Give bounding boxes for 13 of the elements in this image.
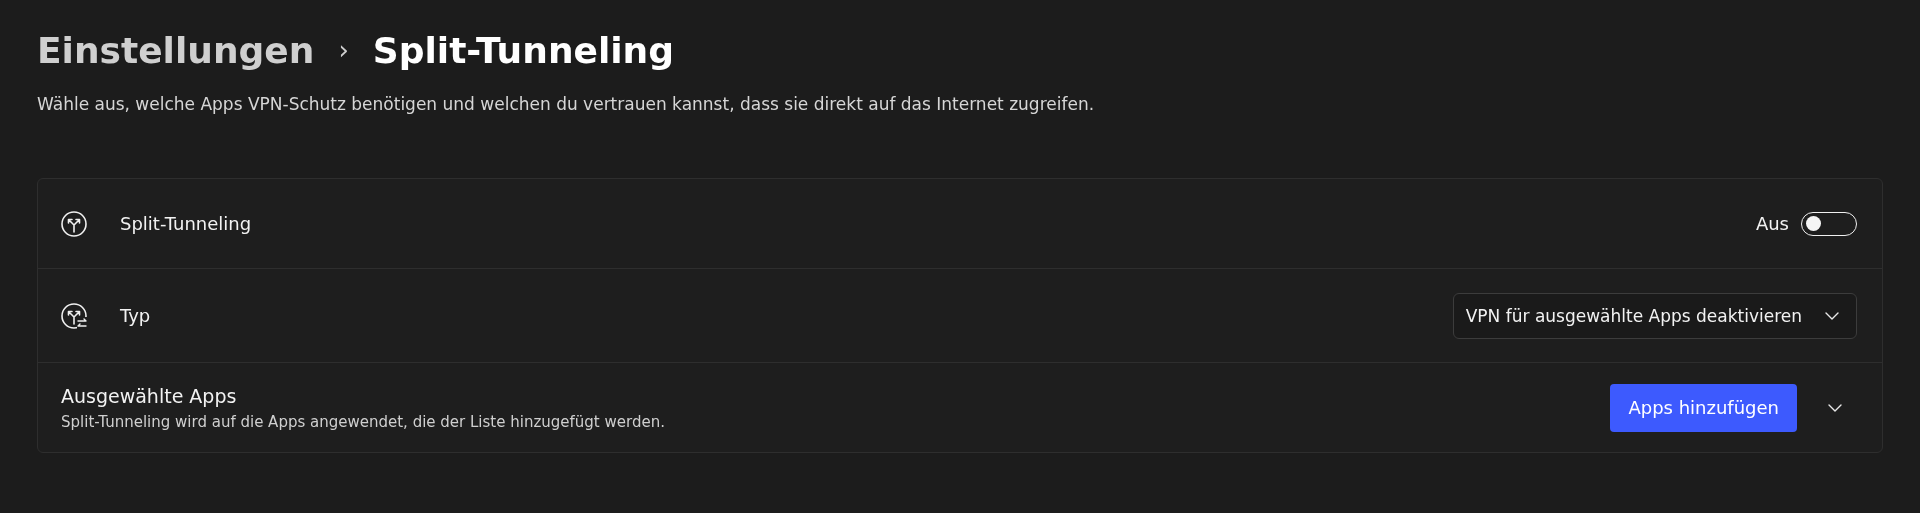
split-arrows-settings-icon	[60, 301, 88, 330]
setting-description: Split-Tunneling wird auf die Apps angewendet, die der Liste hinzugefügt werden.	[61, 412, 665, 431]
breadcrumb-link[interactable]: Einstellungen	[37, 29, 315, 71]
breadcrumb-separator: ›	[338, 35, 349, 65]
toggle-state: Aus	[1755, 213, 1789, 234]
setting-label: Ausgewählte Apps	[61, 384, 238, 407]
type-dropdown[interactable]: VPN für ausgewählte Apps deaktivieren	[1452, 292, 1857, 339]
page-title: Split-Tunneling	[372, 29, 674, 71]
setting-label: Typ	[120, 305, 151, 326]
split-arrows-icon	[60, 209, 88, 238]
page-description: Wähle aus, welche Apps VPN-Schutz benötigen und welchen du vertrauen kannst, dass sie direkt auf das Internet zugreifen.	[37, 94, 1096, 114]
setting-label: Split-Tunneling	[120, 213, 252, 234]
add-apps-button[interactable]: Apps hinzufügen	[1610, 383, 1797, 432]
